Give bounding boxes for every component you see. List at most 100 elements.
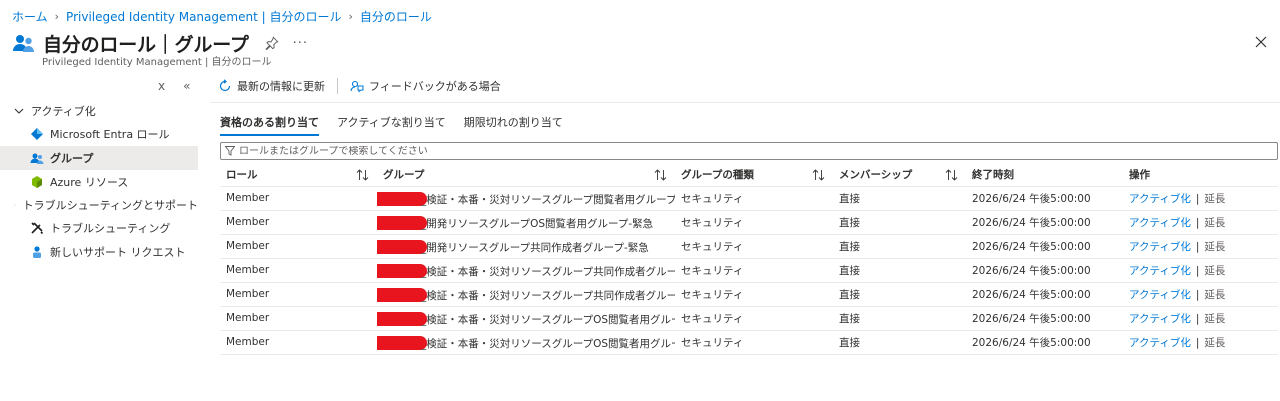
pin-icon[interactable] [265, 36, 279, 50]
actions-cell: アクティブ化 | 延長 [1123, 258, 1278, 283]
action-separator: | [1195, 216, 1200, 229]
nav-group-troubleshoot[interactable]: トラブルシューティングとサポート [0, 194, 198, 216]
role-cell: Member [220, 258, 377, 283]
sort-icon[interactable] [654, 169, 667, 181]
extend-link[interactable]: 延長 [1204, 193, 1225, 205]
role-cell: Member [220, 234, 377, 259]
search-input[interactable] [239, 145, 1270, 157]
sidebar-item-groups[interactable]: グループ [0, 146, 198, 170]
table-row: Member _検証・本番・災対リソースグループOS閲覧者用グループ-緊急セキュリ… [220, 330, 1278, 355]
sidebar-item-new-support-request[interactable]: 新しいサポート リクエスト [0, 240, 198, 264]
group-cell: _検証・本番・災対リソースグループ共同作成者グループ-通常 [377, 258, 675, 283]
group-type-cell: セキュリティ [675, 330, 833, 355]
more-icon[interactable]: ··· [293, 36, 308, 51]
actions-cell: アクティブ化 | 延長 [1123, 306, 1278, 331]
activate-link[interactable]: アクティブ化 [1129, 193, 1191, 205]
group-name: _検証・本番・災対リソースグループ共同作成者グループ-通常 [421, 265, 675, 278]
activate-link[interactable]: アクティブ化 [1129, 241, 1191, 253]
extend-link[interactable]: 延長 [1204, 265, 1225, 277]
chevron-right-icon: › [348, 9, 353, 23]
sidebar-item-label: 新しいサポート リクエスト [50, 246, 186, 259]
table-row: Member _開発リソースグループOS閲覧者用グループ-緊急 セキュリティ 直接 20… [220, 210, 1278, 235]
group-name: _検証・本番・災対リソースグループOS閲覧者用グループ-緊急 [421, 337, 675, 350]
redaction-mark [377, 215, 427, 230]
breadcrumb-home[interactable]: ホーム [12, 8, 48, 25]
activate-link[interactable]: アクティブ化 [1129, 313, 1191, 325]
group-type-cell: セキュリティ [675, 306, 833, 331]
column-header-membership[interactable]: メンバーシップ [833, 164, 966, 187]
tab-eligible-assignments[interactable]: 資格のある割り当て [220, 114, 319, 136]
column-header-role[interactable]: ロール [220, 164, 377, 187]
group-type-cell: セキュリティ [675, 186, 833, 211]
membership-cell: 直接 [833, 234, 966, 259]
sidebar-item-label: Microsoft Entra ロール [50, 128, 170, 141]
actions-cell: アクティブ化 | 延長 [1123, 282, 1278, 307]
feedback-button[interactable]: フィードバックがある場合 [350, 78, 501, 94]
redaction-mark [377, 311, 427, 326]
actions-cell: アクティブ化 | 延長 [1123, 210, 1278, 235]
extend-link[interactable]: 延長 [1204, 289, 1225, 301]
group-type-cell: セキュリティ [675, 210, 833, 235]
sidebar-item-troubleshooting[interactable]: トラブルシューティング [0, 216, 198, 240]
sidebar-item-label: グループ [50, 152, 94, 165]
tab-active-assignments[interactable]: アクティブな割り当て [337, 114, 446, 134]
activate-link[interactable]: アクティブ化 [1129, 289, 1191, 301]
tab-expired-assignments[interactable]: 期限切れの割り当て [464, 114, 563, 134]
column-header-end-time: 終了時刻 [966, 164, 1123, 187]
membership-cell: 直接 [833, 330, 966, 355]
column-header-group-type[interactable]: グループの種類 [675, 164, 833, 187]
redaction-mark [377, 335, 427, 350]
redaction-mark [377, 239, 427, 254]
end-time-cell: 2026/6/24 午後5:00:00 [966, 186, 1123, 211]
entra-diamond-icon [31, 128, 43, 140]
membership-cell: 直接 [833, 282, 966, 307]
membership-cell: 直接 [833, 210, 966, 235]
users-icon [30, 153, 44, 164]
assignment-tabs: 資格のある割り当て アクティブな割り当て 期限切れの割り当て [220, 114, 563, 136]
end-time-cell: 2026/6/24 午後5:00:00 [966, 330, 1123, 355]
table-row: Member _検証・本番・災対リソースグループ共同作成者グループ-通常セキュリテ… [220, 258, 1278, 283]
group-cell: _検証・本番・災対リソースグループOS閲覧者用グループ-緊急 [377, 330, 675, 355]
actions-cell: アクティブ化 | 延長 [1123, 186, 1278, 211]
role-cell: Member [220, 186, 377, 211]
close-icon[interactable] [1254, 35, 1268, 49]
double-chevron-left-icon[interactable]: « [183, 79, 190, 93]
search-box [220, 142, 1278, 160]
nav-group-label: トラブルシューティングとサポート [22, 199, 198, 212]
activate-link[interactable]: アクティブ化 [1129, 337, 1191, 349]
column-header-group[interactable]: グループ [377, 164, 675, 187]
sort-icon[interactable] [812, 169, 825, 181]
group-cell: _開発リソースグループ共同作成者グループ-緊急 [377, 234, 675, 259]
sort-icon[interactable] [945, 169, 958, 181]
nav-group-activate[interactable]: アクティブ化 [0, 100, 198, 122]
membership-cell: 直接 [833, 306, 966, 331]
action-separator: | [1195, 336, 1200, 349]
refresh-button[interactable]: 最新の情報に更新 [218, 78, 325, 94]
activate-link[interactable]: アクティブ化 [1129, 217, 1191, 229]
sidebar-item-entra-roles[interactable]: Microsoft Entra ロール [0, 122, 198, 146]
group-name: _開発リソースグループ共同作成者グループ-緊急 [421, 241, 649, 254]
action-separator: | [1195, 192, 1200, 205]
breadcrumb-my-roles[interactable]: 自分のロール [360, 8, 432, 25]
extend-link[interactable]: 延長 [1204, 217, 1225, 229]
actions-cell: アクティブ化 | 延長 [1123, 234, 1278, 259]
extend-link[interactable]: 延長 [1204, 313, 1225, 325]
activate-link[interactable]: アクティブ化 [1129, 265, 1191, 277]
sort-icon[interactable] [356, 169, 369, 181]
role-cell: Member [220, 210, 377, 235]
group-name: _開発リソースグループOS閲覧者用グループ-緊急 [421, 217, 654, 230]
breadcrumb-pim-my-roles[interactable]: Privileged Identity Management | 自分のロール [66, 8, 341, 25]
role-cell: Member [220, 306, 377, 331]
collapse-all-icon[interactable]: ⅹ [158, 79, 165, 93]
action-separator: | [1195, 312, 1200, 325]
role-cell: Member [220, 330, 377, 355]
sidebar-item-azure-resources[interactable]: Azure リソース [0, 170, 198, 194]
sidebar: アクティブ化 Microsoft Entra ロール グループ Azure リソ… [0, 100, 198, 264]
end-time-cell: 2026/6/24 午後5:00:00 [966, 210, 1123, 235]
extend-link[interactable]: 延長 [1204, 337, 1225, 349]
extend-link[interactable]: 延長 [1204, 241, 1225, 253]
action-separator: | [1195, 288, 1200, 301]
command-bar: 最新の情報に更新 フィードバックがある場合 [218, 77, 501, 95]
actions-cell: アクティブ化 | 延長 [1123, 330, 1278, 355]
toolbar-divider [337, 78, 338, 94]
